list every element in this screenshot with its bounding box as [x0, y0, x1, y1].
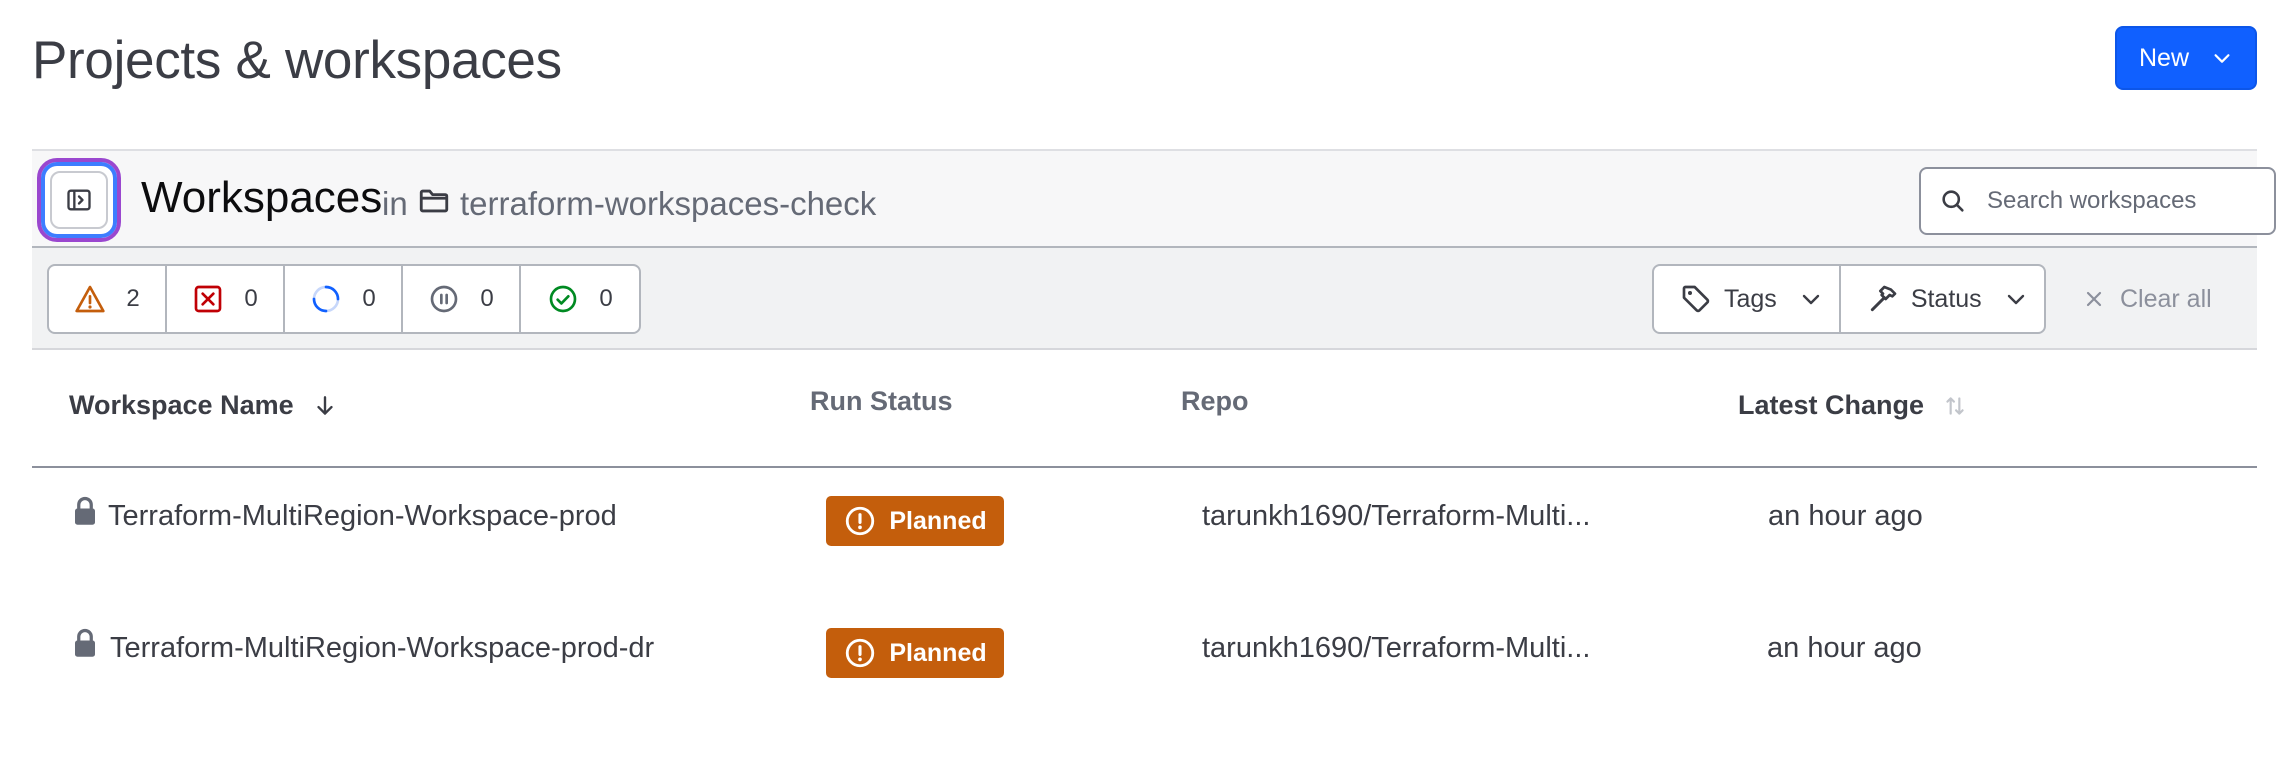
workspaces-title: Workspaces	[141, 173, 383, 222]
new-button-label: New	[2138, 43, 2189, 72]
paused-circle-icon	[430, 285, 458, 313]
column-header-label: Latest Change	[1738, 390, 1925, 420]
hammer-icon	[1870, 285, 1897, 312]
tag-icon	[1682, 285, 1710, 313]
dropdown-filter-group: Tags Status	[1652, 264, 2046, 334]
chevron-down-icon	[2214, 54, 2230, 63]
workspaces-header: Workspaces in terraform-workspaces-check	[32, 149, 2276, 248]
tags-label: Tags	[1724, 284, 1777, 313]
alert-circle-icon	[846, 638, 875, 668]
status-filter-paused[interactable]: 0	[403, 266, 521, 332]
column-header-label: Workspace Name	[69, 390, 294, 420]
sidebar-toggle-inner	[50, 171, 108, 229]
sidebar-expand-icon	[67, 189, 91, 211]
tags-dropdown[interactable]: Tags	[1654, 266, 1841, 332]
repo-link[interactable]: tarunkh1690/Terraform-Multi...	[1202, 500, 1590, 533]
column-header-run-status: Run Status	[810, 386, 953, 417]
lock-icon	[75, 628, 95, 657]
column-header-label: Run Status	[810, 386, 953, 416]
column-header-workspace-name[interactable]: Workspace Name	[69, 390, 338, 421]
running-count: 0	[362, 285, 376, 312]
search-icon	[1942, 190, 1964, 212]
repo-link[interactable]: tarunkh1690/Terraform-Multi...	[1202, 632, 1590, 665]
status-filter-running[interactable]: 0	[285, 266, 403, 332]
new-button[interactable]: New	[2115, 26, 2257, 90]
project-folder-link[interactable]: terraform-workspaces-check	[460, 185, 876, 223]
latest-change-text: an hour ago	[1767, 632, 1922, 664]
chevron-down-icon	[2007, 294, 2024, 305]
column-header-label: Repo	[1181, 386, 1249, 416]
chevron-down-icon	[1802, 294, 1820, 305]
column-header-repo: Repo	[1181, 386, 1249, 417]
errored-count: 0	[244, 285, 258, 312]
in-label: in	[382, 185, 408, 222]
sort-both-icon	[1946, 396, 1964, 415]
run-status-badge: Planned	[826, 496, 1004, 546]
sort-arrow-down-icon	[316, 395, 333, 415]
run-status-badge: Planned	[826, 628, 1004, 678]
run-status-label: Planned	[889, 638, 987, 667]
table-row[interactable]: Terraform-MultiRegion-Workspace-prod-dr …	[32, 602, 2257, 734]
error-x-square-icon	[194, 285, 222, 313]
page-title: Projects & workspaces	[32, 31, 562, 90]
status-label: Status	[1910, 284, 1982, 313]
success-count: 0	[599, 285, 613, 312]
table-header: Workspace Name Run Status Repo Latest Ch…	[32, 350, 2257, 468]
run-status-label: Planned	[889, 506, 987, 535]
clear-all-label: Clear all	[2120, 284, 2212, 313]
lock-icon	[75, 496, 95, 525]
table-row[interactable]: Terraform-MultiRegion-Workspace-prod Pla…	[32, 470, 2257, 602]
paused-count: 0	[480, 285, 494, 312]
status-filter-success[interactable]: 0	[521, 266, 639, 332]
status-dropdown[interactable]: Status	[1841, 266, 2044, 332]
alert-circle-icon	[846, 506, 875, 536]
sidebar-toggle-button[interactable]	[37, 158, 121, 242]
running-loader-icon	[312, 285, 340, 313]
status-count-group: 2 0 0 0 0	[47, 264, 641, 334]
folder-icon	[419, 189, 449, 213]
workspace-name-link[interactable]: Terraform-MultiRegion-Workspace-prod-dr	[110, 632, 654, 665]
warning-triangle-icon	[75, 285, 105, 313]
latest-change-text: an hour ago	[1768, 500, 1923, 532]
workspace-name-link[interactable]: Terraform-MultiRegion-Workspace-prod	[108, 500, 617, 533]
warning-count: 2	[126, 285, 140, 312]
search-box	[1919, 167, 2276, 235]
column-header-latest-change[interactable]: Latest Change	[1738, 390, 1968, 421]
filter-bar: 2 0 0 0 0 Tags Status Clear all	[32, 248, 2257, 350]
status-filter-warning[interactable]: 2	[49, 266, 167, 332]
success-check-circle-icon	[549, 285, 577, 313]
clear-all-button[interactable]: Clear all	[2082, 264, 2212, 334]
status-filter-errored[interactable]: 0	[167, 266, 285, 332]
search-input[interactable]	[1987, 187, 2257, 215]
close-icon	[2086, 291, 2102, 307]
